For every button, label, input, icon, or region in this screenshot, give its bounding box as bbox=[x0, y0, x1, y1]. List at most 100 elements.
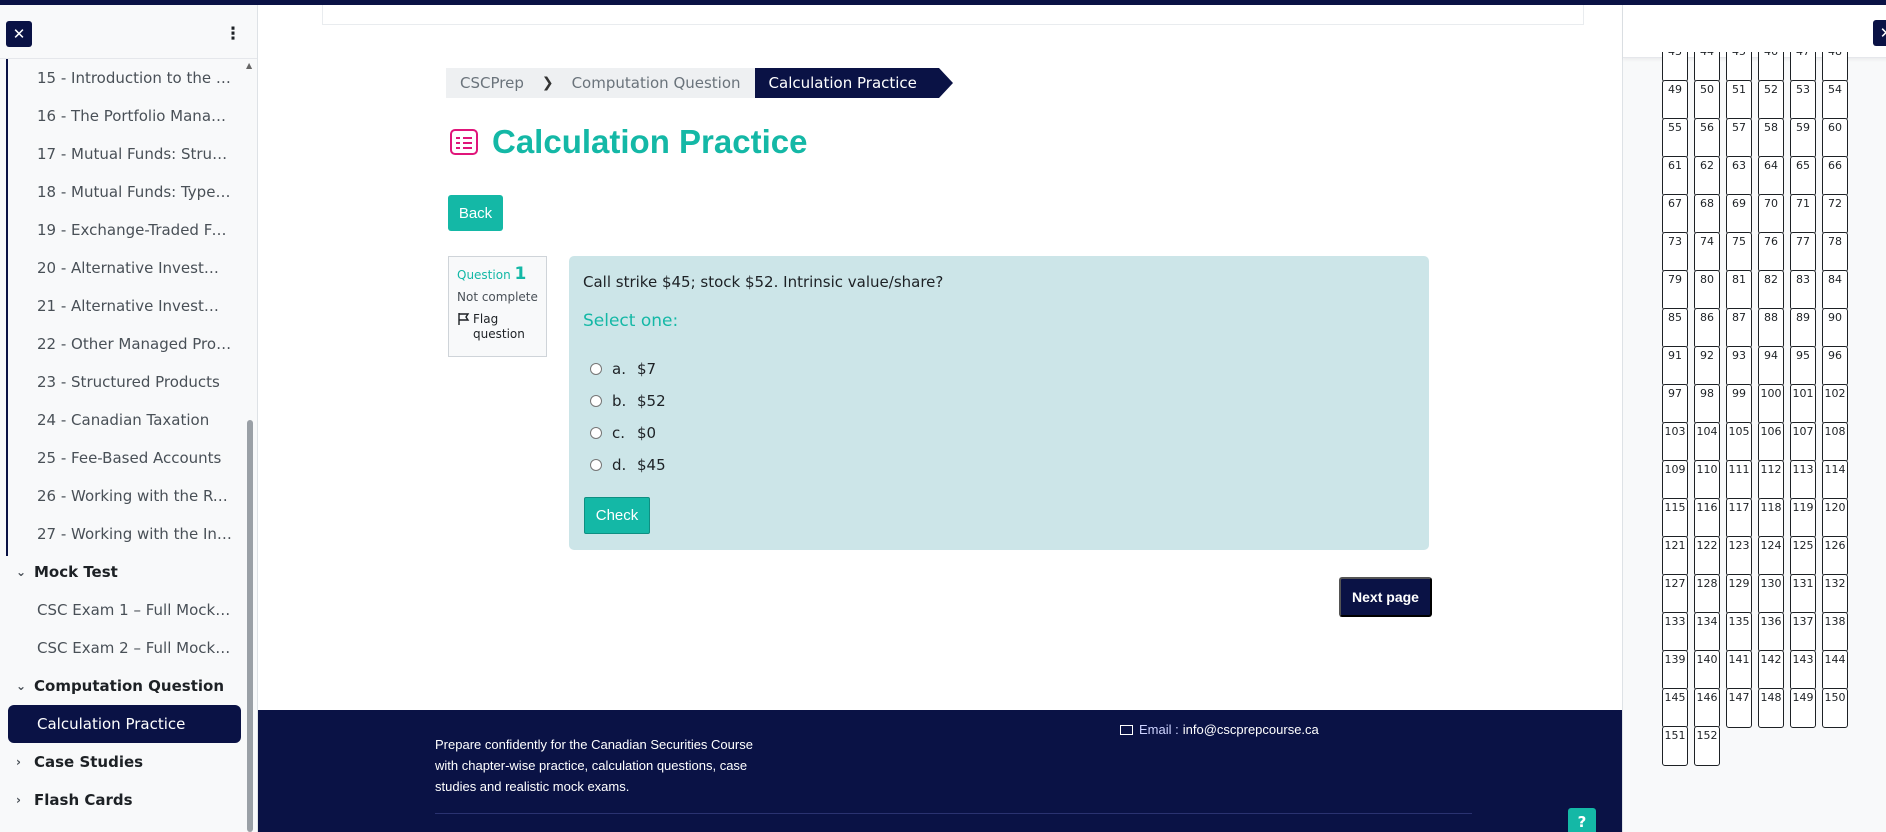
question-nav-button[interactable]: 123 bbox=[1726, 536, 1752, 576]
question-nav-button[interactable]: 85 bbox=[1662, 308, 1688, 348]
question-nav-button[interactable]: 122 bbox=[1694, 536, 1720, 576]
question-nav-button[interactable]: 84 bbox=[1822, 270, 1848, 310]
answer-option[interactable]: d. $45 bbox=[583, 449, 1415, 481]
question-nav-button[interactable]: 77 bbox=[1790, 232, 1816, 272]
question-nav-button[interactable]: 143 bbox=[1790, 650, 1816, 690]
question-nav-button[interactable]: 142 bbox=[1758, 650, 1784, 690]
question-nav-button[interactable]: 58 bbox=[1758, 118, 1784, 158]
breadcrumb-item-home[interactable]: CSCPrep bbox=[446, 68, 538, 98]
question-nav-button[interactable]: 51 bbox=[1726, 80, 1752, 120]
question-nav-button[interactable]: 105 bbox=[1726, 422, 1752, 462]
question-nav-button[interactable]: 150 bbox=[1822, 688, 1848, 728]
question-nav-button[interactable]: 93 bbox=[1726, 346, 1752, 386]
question-nav-button[interactable]: 57 bbox=[1726, 118, 1752, 158]
close-drawer-button[interactable]: ✕ bbox=[1873, 20, 1886, 46]
question-nav-button[interactable]: 54 bbox=[1822, 80, 1848, 120]
question-nav-button[interactable]: 73 bbox=[1662, 232, 1688, 272]
question-nav-button[interactable]: 101 bbox=[1790, 384, 1816, 424]
question-nav-button[interactable]: 147 bbox=[1726, 688, 1752, 728]
question-nav-button[interactable]: 125 bbox=[1790, 536, 1816, 576]
question-nav-button[interactable]: 47 bbox=[1790, 52, 1816, 82]
flag-question-link[interactable]: Flag question bbox=[457, 312, 538, 342]
question-nav-button[interactable]: 55 bbox=[1662, 118, 1688, 158]
question-nav-button[interactable]: 83 bbox=[1790, 270, 1816, 310]
more-options-icon[interactable]: ⋮ bbox=[220, 21, 246, 47]
question-nav-button[interactable]: 88 bbox=[1758, 308, 1784, 348]
question-nav-button[interactable]: 136 bbox=[1758, 612, 1784, 652]
question-nav-button[interactable]: 129 bbox=[1726, 574, 1752, 614]
answer-option[interactable]: c. $0 bbox=[583, 417, 1415, 449]
question-nav-button[interactable]: 113 bbox=[1790, 460, 1816, 500]
question-nav-button[interactable]: 97 bbox=[1662, 384, 1688, 424]
question-nav-button[interactable]: 90 bbox=[1822, 308, 1848, 348]
question-nav-button[interactable]: 66 bbox=[1822, 156, 1848, 196]
question-nav-button[interactable]: 45 bbox=[1726, 52, 1752, 82]
question-nav-button[interactable]: 118 bbox=[1758, 498, 1784, 538]
question-nav-button[interactable]: 107 bbox=[1790, 422, 1816, 462]
question-nav-button[interactable]: 89 bbox=[1790, 308, 1816, 348]
sidebar-item-chapter[interactable]: 26 - Working with the Retail Client bbox=[0, 477, 250, 515]
question-nav-button[interactable]: 134 bbox=[1694, 612, 1720, 652]
question-nav-button[interactable]: 61 bbox=[1662, 156, 1688, 196]
question-nav-button[interactable]: 49 bbox=[1662, 80, 1688, 120]
question-nav-button[interactable]: 95 bbox=[1790, 346, 1816, 386]
sidebar-item-chapter[interactable]: 24 - Canadian Taxation bbox=[0, 401, 250, 439]
question-nav-button[interactable]: 60 bbox=[1822, 118, 1848, 158]
sidebar-section-flash-cards[interactable]: › Flash Cards bbox=[0, 781, 250, 819]
email-link[interactable]: info@cscprepcourse.ca bbox=[1183, 722, 1319, 737]
question-nav-button[interactable]: 44 bbox=[1694, 52, 1720, 82]
question-nav-button[interactable]: 99 bbox=[1726, 384, 1752, 424]
next-page-button[interactable]: Next page bbox=[1339, 577, 1432, 617]
sidebar-item-chapter[interactable]: 20 - Alternative Investments bbox=[0, 249, 250, 287]
question-nav-button[interactable]: 115 bbox=[1662, 498, 1688, 538]
question-nav-button[interactable]: 63 bbox=[1726, 156, 1752, 196]
question-nav-button[interactable]: 103 bbox=[1662, 422, 1688, 462]
question-nav-button[interactable]: 141 bbox=[1726, 650, 1752, 690]
question-nav-button[interactable]: 98 bbox=[1694, 384, 1720, 424]
question-nav-button[interactable]: 68 bbox=[1694, 194, 1720, 234]
close-drawer-button[interactable]: ✕ bbox=[6, 21, 32, 47]
sidebar-item-chapter[interactable]: 16 - The Portfolio Management Process bbox=[0, 97, 250, 135]
question-nav-button[interactable]: 131 bbox=[1790, 574, 1816, 614]
question-nav-button[interactable]: 69 bbox=[1726, 194, 1752, 234]
sidebar-item-calculation-practice[interactable]: Calculation Practice bbox=[8, 705, 241, 743]
question-nav-button[interactable]: 78 bbox=[1822, 232, 1848, 272]
question-nav-button[interactable]: 117 bbox=[1726, 498, 1752, 538]
question-nav-button[interactable]: 126 bbox=[1822, 536, 1848, 576]
question-nav-button[interactable]: 76 bbox=[1758, 232, 1784, 272]
question-nav-button[interactable]: 100 bbox=[1758, 384, 1784, 424]
question-nav-button[interactable]: 48 bbox=[1822, 52, 1848, 82]
answer-option[interactable]: b. $52 bbox=[583, 385, 1415, 417]
sidebar-item-mock-exam[interactable]: CSC Exam 1 – Full Mock Exam bbox=[0, 591, 250, 629]
question-nav-button[interactable]: 112 bbox=[1758, 460, 1784, 500]
sidebar-item-mock-exam[interactable]: CSC Exam 2 – Full Mock Exam bbox=[0, 629, 250, 667]
radio-button[interactable] bbox=[590, 395, 602, 407]
sidebar-section-computation-question[interactable]: ⌄ Computation Question bbox=[0, 667, 250, 705]
question-nav-button[interactable]: 119 bbox=[1790, 498, 1816, 538]
sidebar-item-chapter[interactable]: 19 - Exchange-Traded Funds bbox=[0, 211, 250, 249]
question-nav-button[interactable]: 152 bbox=[1694, 726, 1720, 766]
question-nav-button[interactable]: 139 bbox=[1662, 650, 1688, 690]
question-nav-button[interactable]: 81 bbox=[1726, 270, 1752, 310]
question-nav-button[interactable]: 92 bbox=[1694, 346, 1720, 386]
question-nav-button[interactable]: 82 bbox=[1758, 270, 1784, 310]
question-nav-button[interactable]: 72 bbox=[1822, 194, 1848, 234]
question-nav-button[interactable]: 70 bbox=[1758, 194, 1784, 234]
answer-option[interactable]: a. $7 bbox=[583, 353, 1415, 385]
question-nav-button[interactable]: 43 bbox=[1662, 52, 1688, 82]
question-nav-button[interactable]: 116 bbox=[1694, 498, 1720, 538]
check-button[interactable]: Check bbox=[584, 497, 650, 534]
question-nav-button[interactable]: 106 bbox=[1758, 422, 1784, 462]
question-nav-button[interactable]: 120 bbox=[1822, 498, 1848, 538]
question-nav-button[interactable]: 50 bbox=[1694, 80, 1720, 120]
question-nav-button[interactable]: 144 bbox=[1822, 650, 1848, 690]
sidebar-section-mock-test[interactable]: ⌄ Mock Test bbox=[0, 553, 250, 591]
question-nav-button[interactable]: 109 bbox=[1662, 460, 1688, 500]
question-nav-button[interactable]: 128 bbox=[1694, 574, 1720, 614]
question-nav-button[interactable]: 79 bbox=[1662, 270, 1688, 310]
question-nav-button[interactable]: 80 bbox=[1694, 270, 1720, 310]
question-nav-button[interactable]: 121 bbox=[1662, 536, 1688, 576]
question-nav-button[interactable]: 138 bbox=[1822, 612, 1848, 652]
question-nav-button[interactable]: 87 bbox=[1726, 308, 1752, 348]
question-nav-button[interactable]: 146 bbox=[1694, 688, 1720, 728]
